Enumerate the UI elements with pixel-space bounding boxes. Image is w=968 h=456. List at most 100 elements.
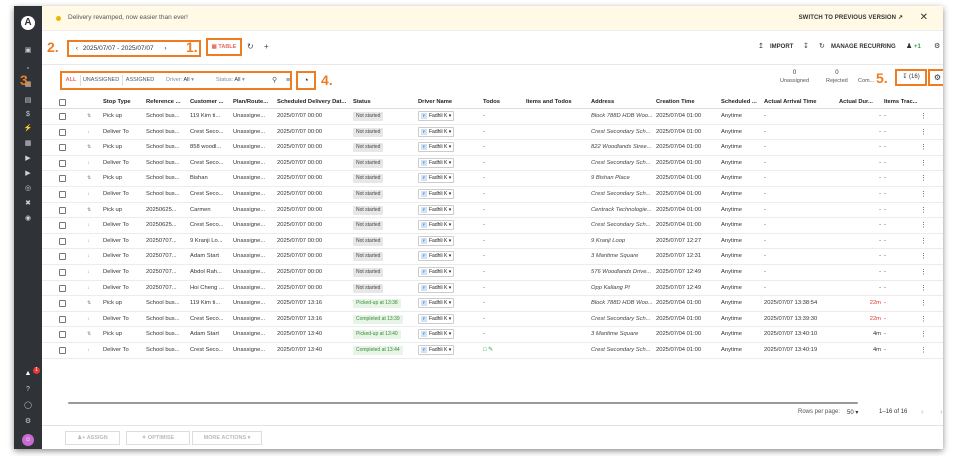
row-checkbox[interactable] <box>59 300 66 308</box>
route-toggle-button[interactable]: ◔ <box>296 71 316 90</box>
chevron-left-icon[interactable]: ‹ <box>73 42 81 55</box>
next-page-icon[interactable]: › <box>940 407 943 416</box>
row-menu-icon[interactable]: ⋮ <box>920 109 927 124</box>
drag-handle-icon[interactable]: ↓ <box>87 265 97 280</box>
row-menu-icon[interactable]: ⋮ <box>920 140 927 155</box>
refresh-icon[interactable]: ↻ <box>247 42 254 51</box>
col-header[interactable]: Items and Todos <box>526 96 590 109</box>
manage-recurring-button[interactable]: MANAGE RECURRING <box>831 44 896 50</box>
col-header[interactable]: Status <box>353 96 417 109</box>
col-header[interactable]: Stop Type <box>103 96 145 109</box>
table-row[interactable]: ↓ Deliver To 20250707... 9 Kranji Lo... Unas… <box>42 234 943 250</box>
col-header[interactable]: Driver Name <box>418 96 482 109</box>
driver-select[interactable]: F Fadhli K ▾ <box>418 189 455 199</box>
download-button[interactable]: ↧ (16) <box>895 69 927 86</box>
more-actions-button[interactable]: MORE ACTIONS ▾ <box>192 431 262 445</box>
col-header[interactable]: Actual Dur... <box>839 96 881 109</box>
app-logo[interactable]: A <box>21 16 35 30</box>
table-row[interactable]: ⇅ Pick up School bus... Adam Start Unassigne… <box>42 327 943 343</box>
row-checkbox[interactable] <box>59 113 66 120</box>
users-icon[interactable]: ♟ <box>906 42 912 50</box>
col-header[interactable]: Customer ... <box>190 96 232 109</box>
table-row[interactable]: ↓ Deliver To 20250707... Abdol Rah... Unassi… <box>42 265 943 281</box>
home-icon[interactable]: ▣ <box>22 46 34 56</box>
row-menu-icon[interactable]: ⋮ <box>920 249 927 264</box>
driver-select[interactable]: F Fadhli K ▾ <box>418 282 455 293</box>
table-row[interactable]: ⇅ Pick up School bus... 119 Kim ti... Unassi… <box>42 109 943 125</box>
driver-select[interactable]: F Fadhli K ▾ <box>418 345 455 355</box>
settings-icon[interactable]: ⚙ <box>22 417 34 427</box>
row-checkbox[interactable] <box>59 175 66 183</box>
chart-icon[interactable]: ▤ <box>22 96 34 106</box>
col-header[interactable]: Items Trac... <box>884 96 920 109</box>
drag-handle-icon[interactable]: ↓ <box>87 343 97 358</box>
drag-handle-icon[interactable]: ⇅ <box>87 140 97 155</box>
import-button[interactable]: IMPORT <box>770 44 793 50</box>
download-icon[interactable]: ↧ <box>803 42 809 50</box>
optimise-button[interactable]: ✦ OPTIMISE <box>126 431 190 445</box>
driver-select[interactable]: F Fadhli K ▾ <box>418 329 455 340</box>
calendar-icon[interactable]: ▦ <box>22 139 34 149</box>
rows-per-page-select[interactable]: 50 ▾ <box>847 409 858 416</box>
driver-filter[interactable]: Driver: All ▾ <box>166 75 194 86</box>
row-checkbox[interactable] <box>59 144 66 152</box>
drag-handle-icon[interactable]: ↓ <box>87 156 97 171</box>
filter-unassigned[interactable]: UNASSIGNED <box>81 75 121 86</box>
shield-icon[interactable]: ◎ <box>22 184 34 194</box>
add-icon[interactable]: + <box>264 42 269 51</box>
table-row[interactable]: ⇅ Pick up School bus... 119 Kim ti... Unassi… <box>42 296 943 312</box>
close-icon[interactable]: ✕ <box>920 12 928 23</box>
video-icon[interactable]: ▶ <box>22 154 34 164</box>
table-row[interactable]: ↓ Deliver To School bus... Crest Seco... Una… <box>42 312 943 328</box>
driver-select[interactable]: F Fadhli K ▾ <box>418 267 455 277</box>
column-settings-button[interactable]: ⚙ <box>928 69 943 86</box>
table-row[interactable]: ⇅ Pick up 20250625... Carmen Unassigne... 202… <box>42 203 943 219</box>
row-menu-icon[interactable]: ⋮ <box>920 234 927 249</box>
col-header[interactable]: Address <box>591 96 655 109</box>
recurring-icon[interactable]: ↻ <box>819 42 825 50</box>
col-header[interactable]: Reference ... <box>146 96 188 109</box>
col-header[interactable]: Actual Arrival Time <box>764 96 838 109</box>
row-menu-icon[interactable]: ⋮ <box>920 203 927 218</box>
row-menu-icon[interactable]: ⋮ <box>920 187 927 202</box>
table-row[interactable]: ↓ Deliver To School bus... Crest Seco... Una… <box>42 187 943 203</box>
row-menu-icon[interactable]: ⋮ <box>920 343 927 358</box>
stat-rejected[interactable]: 0 Rejected <box>826 70 848 84</box>
drag-handle-icon[interactable]: ↓ <box>87 218 97 233</box>
driver-select[interactable]: F Fadhli K ▾ <box>418 157 455 168</box>
row-checkbox[interactable] <box>59 269 66 276</box>
drag-handle-icon[interactable]: ↓ <box>87 125 97 140</box>
switch-version-link[interactable]: SWITCH TO PREVIOUS VERSION ↗ <box>799 14 903 21</box>
date-range-picker[interactable]: ‹ 2025/07/07 - 2025/07/07 › <box>67 40 201 57</box>
row-menu-icon[interactable]: ⋮ <box>920 327 927 342</box>
driver-select[interactable]: F Fadhli K ▾ <box>418 204 455 215</box>
row-checkbox[interactable] <box>59 253 66 261</box>
megaphone-icon[interactable]: ▶ <box>22 169 34 179</box>
row-menu-icon[interactable]: ⋮ <box>920 171 927 186</box>
row-menu-icon[interactable]: ⋮ <box>920 125 927 140</box>
upload-icon[interactable]: ↥ <box>758 42 764 50</box>
row-menu-icon[interactable]: ⋮ <box>920 156 927 171</box>
driver-select[interactable]: F Fadhli K ▾ <box>418 142 455 153</box>
col-header[interactable]: Scheduled Delivery Dat... <box>277 96 352 109</box>
drag-handle-icon[interactable]: ↓ <box>87 249 97 264</box>
table-row[interactable]: ↓ Deliver To 20250707... Hoi Cheng ... Unass… <box>42 281 943 297</box>
select-all-checkbox[interactable] <box>59 99 66 106</box>
row-menu-icon[interactable]: ⋮ <box>920 312 927 327</box>
row-checkbox[interactable] <box>59 128 66 136</box>
row-checkbox[interactable] <box>59 347 66 354</box>
drag-handle-icon[interactable]: ⇅ <box>87 109 97 124</box>
row-checkbox[interactable] <box>59 315 66 323</box>
row-checkbox[interactable] <box>59 331 66 339</box>
table-row[interactable]: ↓ Deliver To 20250625... Crest Seco... Unass… <box>42 218 943 234</box>
col-header[interactable]: Creation Time <box>656 96 720 109</box>
driver-select[interactable]: F Fadhli K ▾ <box>418 313 455 324</box>
col-header[interactable]: Scheduled ... <box>721 96 763 109</box>
row-menu-icon[interactable]: ⋮ <box>920 265 927 280</box>
filter-all[interactable]: ALL <box>63 75 79 86</box>
search-icon[interactable]: ⚲ <box>272 75 277 86</box>
driver-select[interactable]: F Fadhli K ▾ <box>418 251 455 262</box>
filter-assigned[interactable]: ASSIGNED <box>123 75 157 86</box>
row-checkbox[interactable] <box>59 191 66 198</box>
col-header[interactable]: Plan/Route... <box>233 96 275 109</box>
